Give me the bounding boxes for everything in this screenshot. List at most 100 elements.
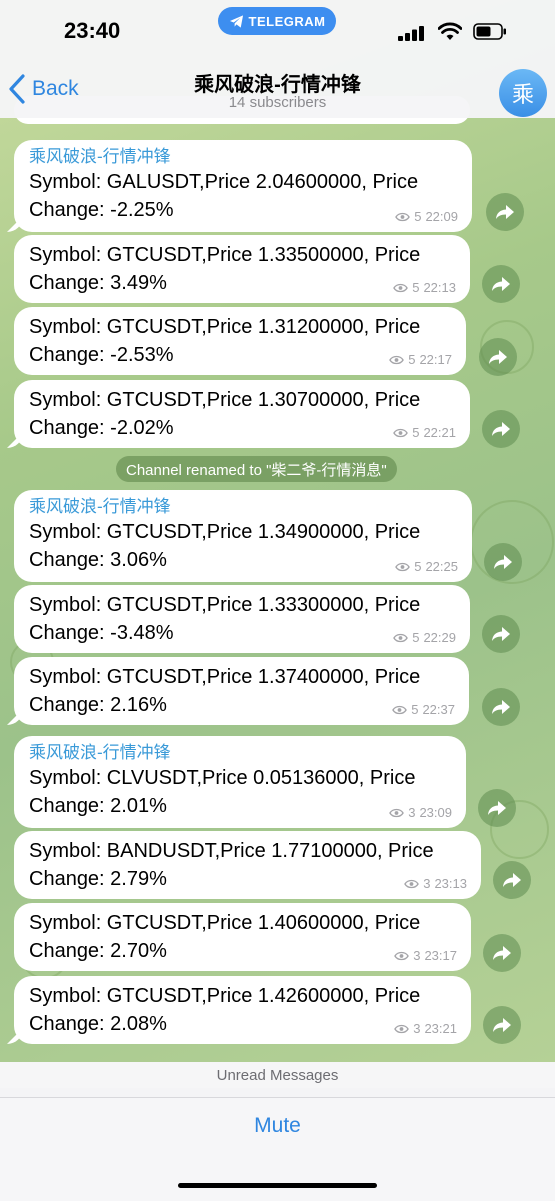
- subscriber-count: 14 subscribers: [228, 94, 327, 111]
- message-bubble[interactable]: Symbol: GTCUSDT,Price 1.42600000, Price …: [14, 976, 471, 1044]
- share-arrow-icon: [492, 277, 510, 291]
- eye-icon: [393, 428, 409, 437]
- message-time: 22:09: [425, 209, 458, 224]
- message-sender: 乘风破浪-行情冲锋: [29, 147, 171, 166]
- share-arrow-icon: [503, 873, 521, 887]
- message-time: 23:17: [424, 948, 457, 963]
- message-text: Symbol: GTCUSDT,Price 1.42600000, Price …: [29, 985, 421, 1035]
- message-time: 22:13: [423, 280, 456, 295]
- channel-avatar[interactable]: 乘: [499, 69, 547, 117]
- message-meta: 5 22:25: [395, 559, 458, 574]
- message-bubble[interactable]: Symbol: GTCUSDT,Price 1.30700000, Price …: [14, 380, 470, 448]
- eye-icon: [395, 212, 411, 221]
- message-meta: 5 22:29: [393, 630, 456, 645]
- message-sender: 乘风破浪-行情冲锋: [29, 497, 171, 516]
- message-views: 5: [414, 209, 422, 224]
- message-views: 5: [408, 352, 416, 367]
- share-button[interactable]: [482, 615, 520, 653]
- message-bubble[interactable]: Symbol: GTCUSDT,Price 1.33500000, Price …: [14, 235, 470, 303]
- share-arrow-icon: [493, 946, 511, 960]
- share-arrow-icon: [488, 801, 506, 815]
- status-bar: 23:40 TELEGRAM: [0, 0, 555, 62]
- eye-icon: [393, 283, 409, 292]
- channel-title[interactable]: 乘风破浪-行情冲锋: [0, 68, 555, 97]
- message-meta: 3 23:09: [389, 805, 452, 820]
- message-time: 22:37: [422, 702, 455, 717]
- message-text: Symbol: GTCUSDT,Price 1.30700000, Price …: [29, 389, 421, 439]
- message-meta: 5 22:37: [392, 702, 455, 717]
- message-text: Symbol: BANDUSDT,Price 1.77100000, Price…: [29, 840, 434, 890]
- share-button[interactable]: [482, 410, 520, 448]
- share-arrow-icon: [494, 555, 512, 569]
- message-text: Symbol: GTCUSDT,Price 1.33500000, Price …: [29, 244, 421, 294]
- eye-icon: [394, 951, 410, 960]
- share-button[interactable]: [484, 543, 522, 581]
- message-time: 22:17: [419, 352, 452, 367]
- message-meta: 5 22:17: [389, 352, 452, 367]
- share-arrow-icon: [496, 205, 514, 219]
- share-arrow-icon: [492, 700, 510, 714]
- share-button[interactable]: [486, 193, 524, 231]
- eye-icon: [389, 808, 405, 817]
- share-button[interactable]: [483, 934, 521, 972]
- share-button[interactable]: [482, 265, 520, 303]
- message-bubble[interactable]: Symbol: GTCUSDT,Price 1.37400000, Price …: [14, 657, 469, 725]
- share-arrow-icon: [493, 1018, 511, 1032]
- message-views: 5: [414, 559, 422, 574]
- message-views: 3: [413, 948, 421, 963]
- home-indicator: [178, 1183, 377, 1188]
- eye-icon: [394, 1024, 410, 1033]
- share-button[interactable]: [479, 338, 517, 376]
- message-meta: 5 22:09: [395, 209, 458, 224]
- message-bubble[interactable]: 乘风破浪-行情冲锋 Symbol: GTCUSDT,Price 1.349000…: [14, 490, 472, 582]
- share-arrow-icon: [489, 350, 507, 364]
- message-views: 5: [412, 280, 420, 295]
- share-button[interactable]: [482, 688, 520, 726]
- message-bubble[interactable]: Symbol: GTCUSDT,Price 1.40600000, Price …: [14, 903, 471, 971]
- status-time: 23:40: [64, 18, 121, 43]
- message-meta: 3 23:17: [394, 948, 457, 963]
- message-bubble[interactable]: 乘风破浪-行情冲锋 Symbol: CLVUSDT,Price 0.051360…: [14, 736, 466, 828]
- eye-icon: [404, 879, 420, 888]
- message-views: 5: [412, 630, 420, 645]
- cellular-signal-icon: [398, 26, 424, 41]
- message-meta: 3 23:21: [394, 1021, 457, 1036]
- message-meta: 3 23:13: [404, 876, 467, 891]
- message-text: Symbol: GTCUSDT,Price 1.33300000, Price …: [29, 594, 421, 644]
- message-text: Symbol: GTCUSDT,Price 1.34900000, Price …: [29, 521, 421, 571]
- share-button[interactable]: [478, 789, 516, 827]
- message-views: 3: [408, 805, 416, 820]
- message-meta: 5 22:13: [393, 280, 456, 295]
- telegram-icon: [229, 14, 243, 28]
- eye-icon: [389, 355, 405, 364]
- message-text: Symbol: GALUSDT,Price 2.04600000, Price …: [29, 171, 419, 221]
- message-views: 3: [423, 876, 431, 891]
- message-time: 23:13: [434, 876, 467, 891]
- eye-icon: [395, 562, 411, 571]
- message-text: Symbol: GTCUSDT,Price 1.40600000, Price …: [29, 912, 421, 962]
- message-time: 23:21: [424, 1021, 457, 1036]
- telegram-pill[interactable]: TELEGRAM: [218, 7, 336, 35]
- telegram-pill-label: TELEGRAM: [248, 13, 326, 29]
- wifi-icon: [438, 22, 462, 40]
- eye-icon: [393, 633, 409, 642]
- message-time: 22:29: [423, 630, 456, 645]
- share-button[interactable]: [483, 1006, 521, 1044]
- message-meta: 5 22:21: [393, 425, 456, 440]
- share-arrow-icon: [492, 627, 510, 641]
- message-views: 3: [413, 1021, 421, 1036]
- message-bubble[interactable]: Symbol: GTCUSDT,Price 1.33300000, Price …: [14, 585, 470, 653]
- eye-icon: [392, 705, 408, 714]
- message-time: 23:09: [419, 805, 452, 820]
- message-sender: 乘风破浪-行情冲锋: [29, 743, 171, 762]
- mute-button[interactable]: Mute: [0, 1114, 555, 1138]
- message-views: 5: [412, 425, 420, 440]
- message-bubble[interactable]: Symbol: BANDUSDT,Price 1.77100000, Price…: [14, 831, 481, 899]
- service-message: Channel renamed to "柴二爷-行情消息": [116, 456, 397, 482]
- message-bubble[interactable]: Symbol: GTCUSDT,Price 1.31200000, Price …: [14, 307, 466, 375]
- message-views: 5: [411, 702, 419, 717]
- bottom-bar: Mute: [0, 1097, 555, 1201]
- share-button[interactable]: [493, 861, 531, 899]
- unread-messages-divider: Unread Messages: [0, 1062, 555, 1088]
- message-bubble[interactable]: 乘风破浪-行情冲锋 Symbol: GALUSDT,Price 2.046000…: [14, 140, 472, 232]
